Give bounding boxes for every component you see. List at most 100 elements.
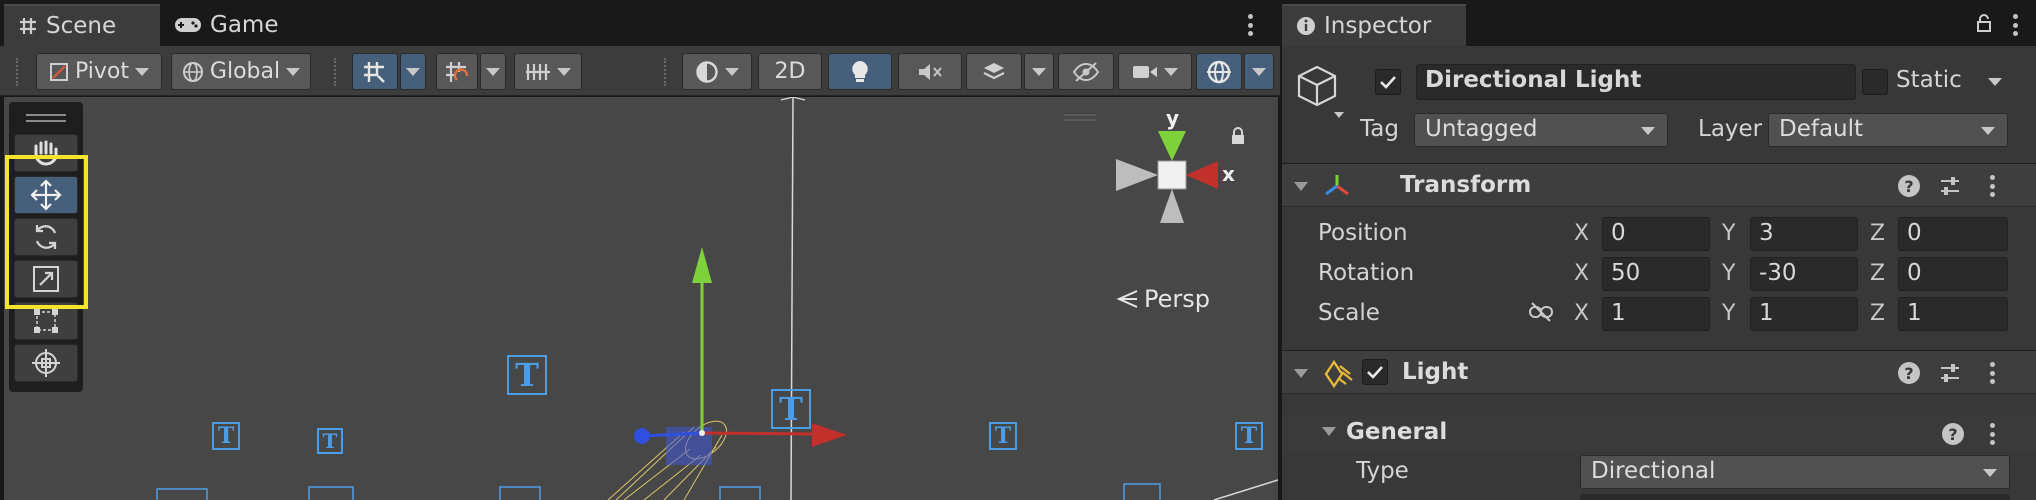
foldout-arrow-icon[interactable] <box>1294 369 1308 378</box>
presets-sliders-icon[interactable] <box>1939 175 1961 197</box>
light-enabled-checkbox[interactable] <box>1362 359 1388 385</box>
grid-snapping-button[interactable] <box>352 53 398 90</box>
scene-more-menu-icon[interactable] <box>1247 14 1253 36</box>
scene-tab-bar: Scene Game <box>0 0 1280 46</box>
scale-z-field[interactable]: 1 <box>1898 297 2008 331</box>
chevron-down-icon <box>1981 127 1995 135</box>
move-gizmo-x-axis <box>701 431 817 436</box>
toolbar-separator <box>334 58 336 86</box>
toggle-2d-label: 2D <box>774 59 806 84</box>
transform-component-header[interactable]: Transform ? <box>1282 163 2036 207</box>
tools-drag-handle[interactable] <box>26 114 66 122</box>
tag-label: Tag <box>1360 116 1399 142</box>
checkmark-icon <box>1366 365 1384 379</box>
tag-dropdown[interactable]: Untagged <box>1414 113 1668 147</box>
help-icon[interactable]: ? <box>1898 175 1920 197</box>
text-object-marker[interactable]: T <box>212 422 240 450</box>
increment-snap-button[interactable] <box>436 53 478 90</box>
inspector-more-menu-icon[interactable] <box>2012 14 2018 36</box>
text-object-marker[interactable]: T <box>989 422 1017 450</box>
static-dropdown-icon[interactable] <box>1988 78 2002 86</box>
inspector-lock-icon[interactable] <box>1976 14 1992 32</box>
pivot-label: Pivot <box>74 59 129 84</box>
component-more-icon[interactable] <box>1989 362 1995 384</box>
checkmark-icon <box>1379 75 1397 89</box>
shading-mode-dropdown[interactable] <box>682 53 752 90</box>
tab-scene-label: Scene <box>46 13 117 39</box>
video-camera-icon <box>1132 63 1158 81</box>
transform-title: Transform <box>1400 172 1532 198</box>
pivot-dropdown[interactable]: Pivot <box>36 53 162 90</box>
gizmos-dropdown[interactable] <box>1244 53 1274 90</box>
layer-dropdown[interactable]: Default <box>1768 113 2008 147</box>
scale-x-field[interactable]: 1 <box>1602 297 1710 331</box>
presets-sliders-icon[interactable] <box>1939 362 1961 384</box>
tab-game[interactable]: Game <box>160 4 310 46</box>
toggle-2d-button[interactable]: 2D <box>758 53 822 90</box>
position-label: Position <box>1318 220 1408 246</box>
scene-visibility-toggle[interactable] <box>1058 53 1114 90</box>
scene-viewport-drawing <box>156 97 1278 500</box>
rotation-x-field[interactable]: 50 <box>1602 257 1710 291</box>
axis-y-label: Y <box>1722 301 1736 326</box>
scale-y-field[interactable]: 1 <box>1750 297 1858 331</box>
grid-snapping-dropdown[interactable] <box>400 53 426 90</box>
grid-visibility-dropdown[interactable] <box>514 53 582 90</box>
foldout-arrow-icon[interactable] <box>1294 182 1308 191</box>
chevron-down-icon <box>725 67 739 76</box>
gizmo-y-label: y <box>1166 106 1179 130</box>
text-object-marker[interactable]: T <box>1235 422 1263 450</box>
position-x-field[interactable]: 0 <box>1602 217 1710 251</box>
scene-lighting-toggle[interactable] <box>828 53 892 90</box>
chevron-down-icon <box>1164 67 1178 76</box>
pivot-icon <box>49 62 69 82</box>
perspective-chevron-icon <box>1116 289 1138 309</box>
transform-tool-button[interactable] <box>14 344 78 382</box>
axis-x-label: X <box>1574 221 1590 246</box>
text-object-marker[interactable]: T <box>771 389 811 429</box>
audio-toggle[interactable] <box>898 53 962 90</box>
foldout-arrow-icon[interactable] <box>1322 427 1336 436</box>
text-object-marker[interactable]: T <box>317 428 343 454</box>
global-dropdown[interactable]: Global <box>171 53 311 90</box>
light-component-header[interactable]: Light ? <box>1282 350 2036 394</box>
move-gizmo-z-handle <box>634 428 650 444</box>
gizmos-button[interactable] <box>1196 53 1242 90</box>
scene-viewport[interactable]: y x Persp T T T T T T <box>4 97 1278 500</box>
scene-camera-dropdown[interactable] <box>1118 53 1192 90</box>
general-section-title: General <box>1346 419 1448 445</box>
toolbar-handle <box>16 58 18 86</box>
chevron-down-icon <box>1641 127 1655 135</box>
tab-inspector[interactable]: Inspector <box>1282 4 1466 46</box>
next-field-partial <box>1580 494 2010 500</box>
scene-grid-line <box>790 97 794 500</box>
rotation-y-field[interactable]: -30 <box>1750 257 1858 291</box>
effects-dropdown[interactable] <box>1024 53 1054 90</box>
component-more-icon[interactable] <box>1989 175 1995 197</box>
chevron-down-icon <box>286 67 301 76</box>
static-checkbox[interactable] <box>1862 69 1888 95</box>
effects-button[interactable] <box>966 53 1022 90</box>
tab-scene[interactable]: Scene <box>4 4 160 46</box>
position-y-field[interactable]: 3 <box>1750 217 1858 251</box>
active-checkbox[interactable] <box>1375 69 1401 95</box>
lock-icon[interactable] <box>1230 127 1246 145</box>
tools-highlight-annotation <box>5 155 88 309</box>
general-section-header[interactable]: General ? <box>1282 416 2036 452</box>
gameobject-name-field[interactable]: Directional Light <box>1416 64 1856 100</box>
increment-snap-dropdown[interactable] <box>480 53 506 90</box>
light-type-dropdown[interactable]: Directional <box>1580 455 2010 489</box>
help-icon[interactable]: ? <box>1942 423 1964 445</box>
text-object-marker[interactable]: T <box>507 355 547 395</box>
position-z-field[interactable]: 0 <box>1898 217 2008 251</box>
gameobject-cube-icon[interactable] <box>1296 64 1346 120</box>
move-gizmo-x-arrow <box>812 423 847 447</box>
section-more-icon[interactable] <box>1989 423 1995 445</box>
scene-toolbar: Pivot Global 2D <box>0 46 1280 96</box>
unlinked-chain-icon[interactable] <box>1528 301 1554 323</box>
static-label: Static <box>1896 67 1962 93</box>
help-icon[interactable]: ? <box>1898 362 1920 384</box>
rotation-z-field[interactable]: 0 <box>1898 257 2008 291</box>
axis-x-label: X <box>1574 261 1590 286</box>
projection-toggle[interactable]: Persp <box>1116 285 1210 313</box>
